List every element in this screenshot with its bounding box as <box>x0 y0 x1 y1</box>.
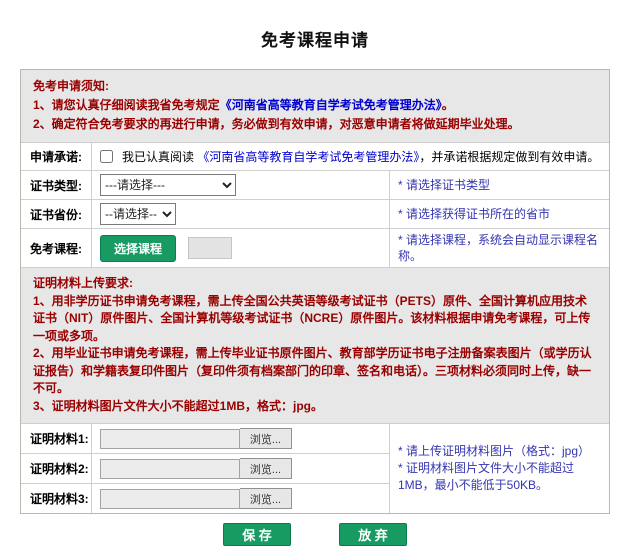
cert-type-cell: ---请选择--- <box>91 171 389 199</box>
abandon-button[interactable]: 放 弃 <box>339 523 407 546</box>
material-3-cell: 浏览... <box>91 484 389 513</box>
cert-type-hint: * 请选择证书类型 <box>389 171 609 199</box>
notice-line-2: 2、确定符合免考要求的再进行申请，务必做到有效申请，对恶意申请者将做延期毕业处理… <box>33 115 597 134</box>
materials-hint-line-2: * 证明材料图片文件大小不能超过1MB，最小不能低于50KB。 <box>398 460 601 494</box>
materials-hint: * 请上传证明材料图片（格式：jpg） * 证明材料图片文件大小不能超过1MB，… <box>389 424 609 513</box>
material-1-cell: 浏览... <box>91 424 389 453</box>
material-2-cell: 浏览... <box>91 454 389 483</box>
notice-heading: 免考申请须知: <box>33 77 597 96</box>
course-value-box <box>188 237 232 259</box>
notice-line-1: 1、请您认真仔细阅读我省免考规定《河南省高等教育自学考试免考管理办法》。 <box>33 96 597 115</box>
choose-course-button[interactable]: 选择课程 <box>100 235 176 262</box>
promise-checkbox[interactable] <box>100 150 113 163</box>
exempt-course-label: 免考课程: <box>21 229 91 267</box>
cert-province-row: 证书省份: --请选择-- * 请选择获得证书所在的省市 <box>21 199 609 228</box>
upload-requirements-heading: 证明材料上传要求: <box>33 275 597 293</box>
page-title: 免考课程申请 <box>0 0 630 51</box>
material-3-browse-button[interactable]: 浏览... <box>240 488 292 509</box>
material-2-label: 证明材料2: <box>21 454 91 483</box>
promise-text: 我已认真阅读 《河南省高等教育自学考试免考管理办法》，并承诺根据规定做到有效申请… <box>122 148 599 165</box>
save-button[interactable]: 保 存 <box>223 523 291 546</box>
upload-requirements-section: 证明材料上传要求: 1、用非学历证书申请免考课程，需上传全国公共英语等级考试证书… <box>21 267 609 423</box>
material-row-3: 证明材料3: 浏览... <box>21 483 389 513</box>
material-3-label: 证明材料3: <box>21 484 91 513</box>
cert-province-cell: --请选择-- <box>91 200 389 228</box>
exemption-application-form: 免考申请须知: 1、请您认真仔细阅读我省免考规定《河南省高等教育自学考试免考管理… <box>20 69 610 514</box>
application-notice-section: 免考申请须知: 1、请您认真仔细阅读我省免考规定《河南省高等教育自学考试免考管理… <box>21 70 609 142</box>
cert-type-select[interactable]: ---请选择--- <box>100 174 236 196</box>
material-row-1: 证明材料1: 浏览... <box>21 424 389 453</box>
cert-type-label: 证书类型: <box>21 171 91 199</box>
regulation-link-2[interactable]: 《河南省高等教育自学考试免考管理办法》 <box>197 150 419 164</box>
materials-rows: 证明材料1: 浏览... 证明材料2: 浏览... 证明材料3: 浏览... <box>21 424 389 513</box>
form-actions: 保 存 放 弃 <box>0 523 630 546</box>
material-2-browse-button[interactable]: 浏览... <box>240 458 292 479</box>
material-row-2: 证明材料2: 浏览... <box>21 453 389 483</box>
promise-row: 申请承诺: 我已认真阅读 《河南省高等教育自学考试免考管理办法》，并承诺根据规定… <box>21 142 609 170</box>
cert-province-label: 证书省份: <box>21 200 91 228</box>
regulation-link[interactable]: 《河南省高等教育自学考试免考管理办法》 <box>220 98 442 112</box>
exempt-course-cell: 选择课程 <box>91 229 389 267</box>
promise-label: 申请承诺: <box>21 143 91 170</box>
exempt-course-hint: * 请选择课程，系统会自动显示课程名称。 <box>389 229 609 267</box>
cert-province-hint: * 请选择获得证书所在的省市 <box>389 200 609 228</box>
materials-section: 证明材料1: 浏览... 证明材料2: 浏览... 证明材料3: 浏览... <box>21 423 609 513</box>
upload-requirement-2: 2、用毕业证书申请免考课程，需上传毕业证书原件图片、教育部学历证书电子注册备案表… <box>33 345 597 398</box>
exempt-course-row: 免考课程: 选择课程 * 请选择课程，系统会自动显示课程名称。 <box>21 228 609 267</box>
material-2-file-field[interactable] <box>100 459 240 479</box>
cert-type-row: 证书类型: ---请选择--- * 请选择证书类型 <box>21 170 609 199</box>
material-3-file-field[interactable] <box>100 489 240 509</box>
cert-province-select[interactable]: --请选择-- <box>100 203 176 225</box>
material-1-label: 证明材料1: <box>21 424 91 453</box>
upload-requirement-3: 3、证明材料图片文件大小不能超过1MB，格式：jpg。 <box>33 398 597 416</box>
promise-cell: 我已认真阅读 《河南省高等教育自学考试免考管理办法》，并承诺根据规定做到有效申请… <box>91 143 609 170</box>
upload-requirement-1: 1、用非学历证书申请免考课程，需上传全国公共英语等级考试证书（PETS）原件、全… <box>33 293 597 346</box>
